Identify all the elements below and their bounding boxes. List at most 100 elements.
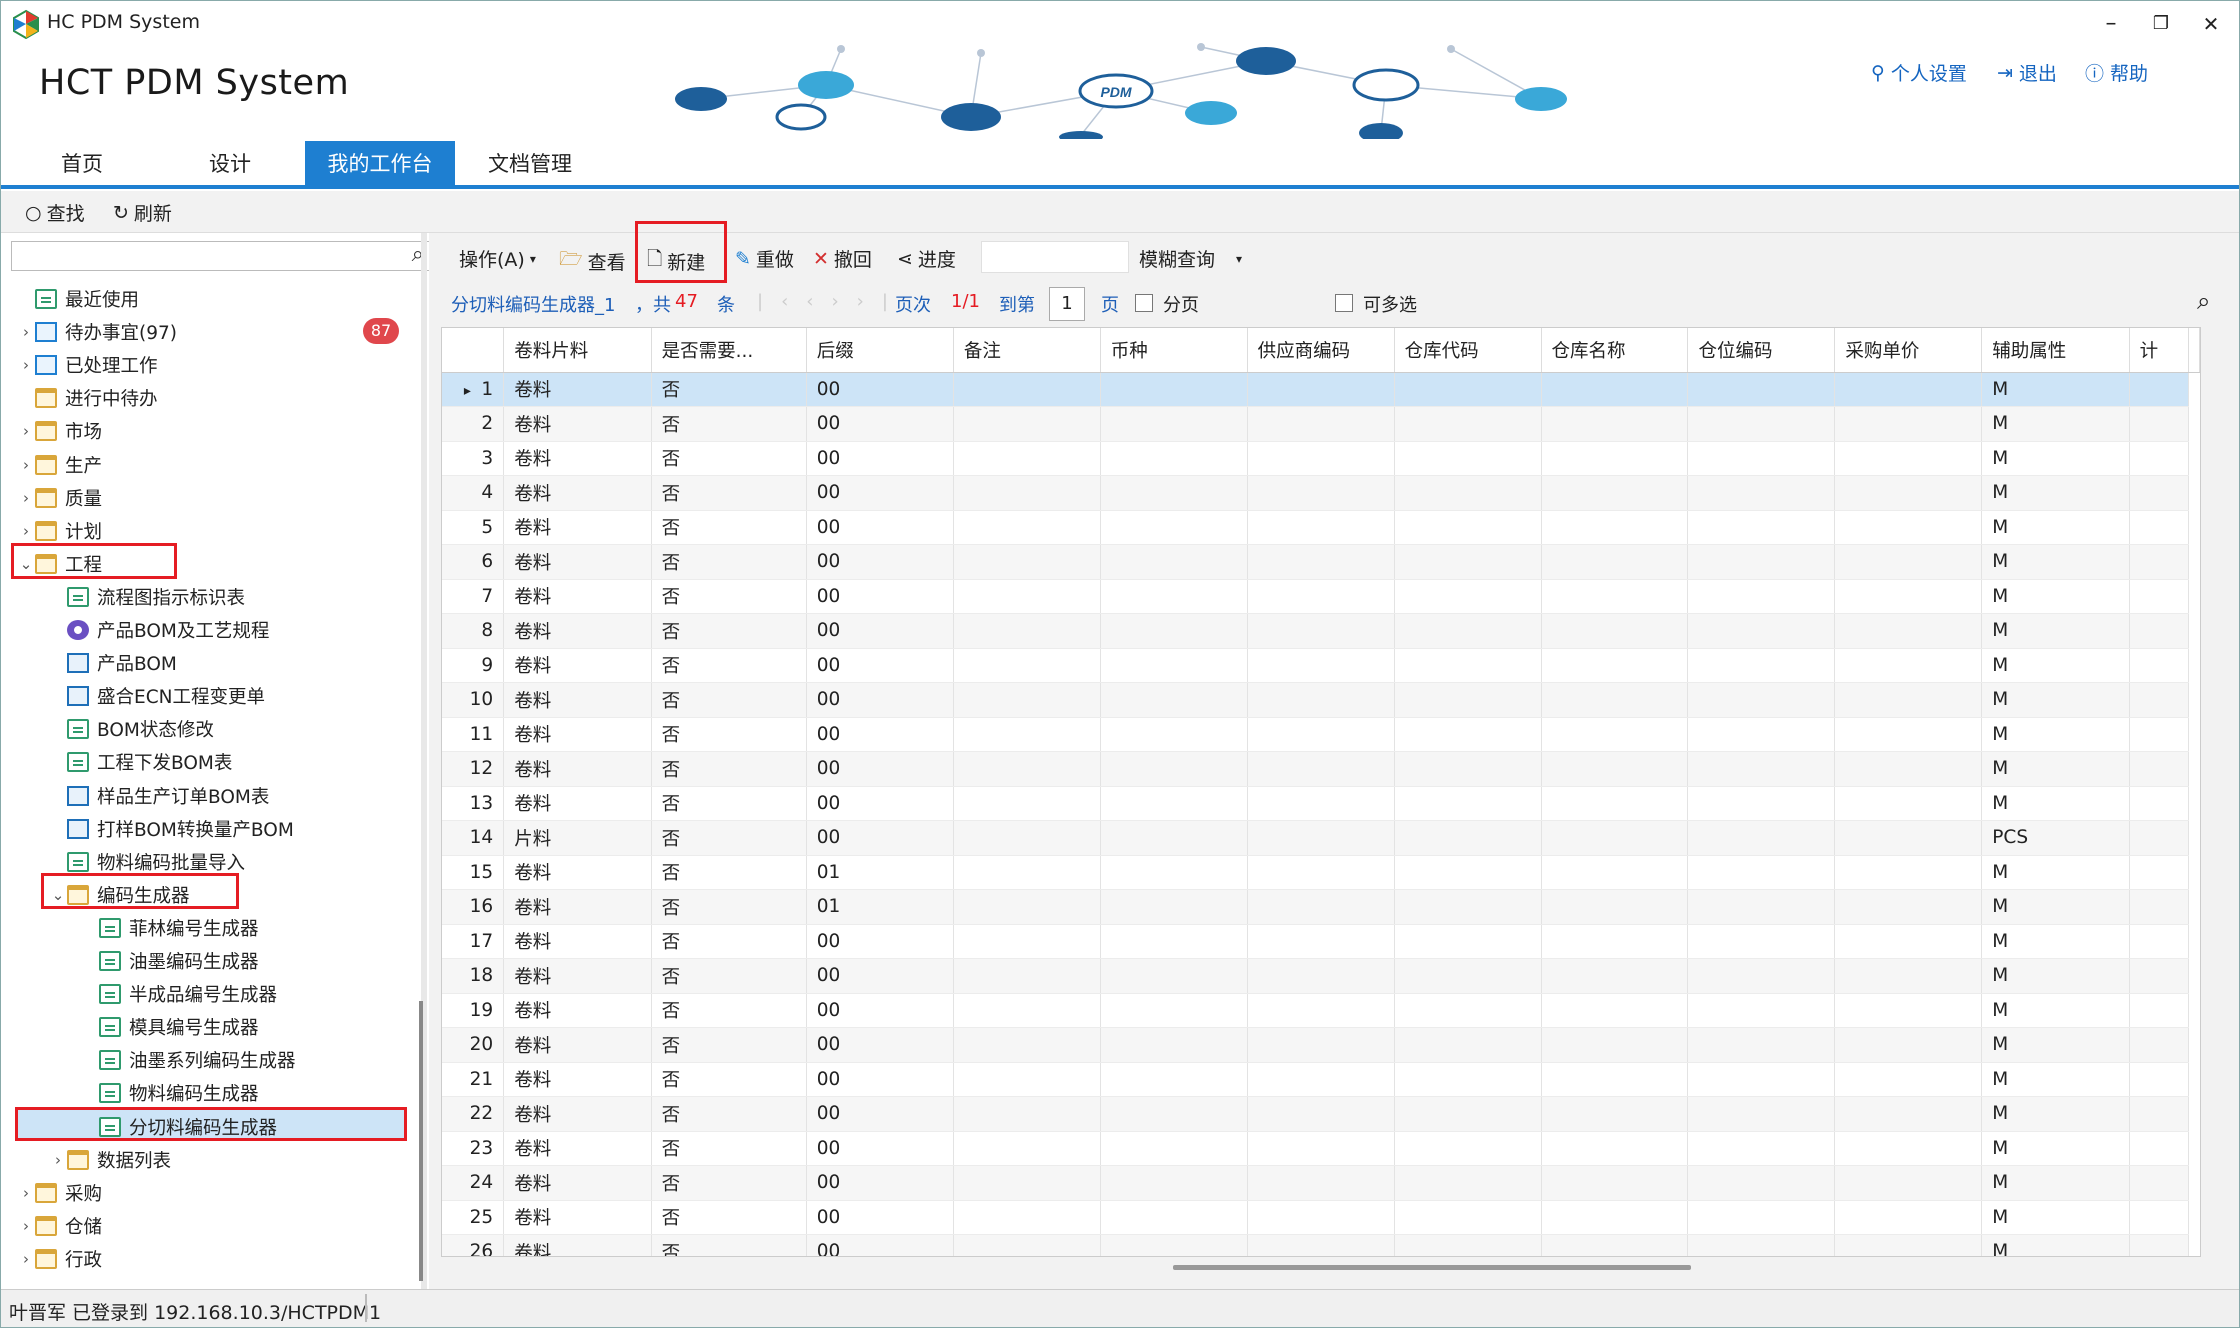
table-cell[interactable]: 卷料 bbox=[503, 1131, 652, 1166]
table-cell[interactable] bbox=[1687, 889, 1836, 925]
table-cell[interactable] bbox=[1247, 820, 1395, 856]
view-button[interactable]: 🗁 查看 bbox=[559, 245, 626, 277]
table-cell[interactable] bbox=[1687, 751, 1836, 787]
tree-item[interactable]: › 已处理工作 bbox=[17, 349, 158, 381]
table-cell[interactable]: M bbox=[1981, 372, 2130, 407]
table-cell[interactable] bbox=[1541, 1027, 1689, 1063]
table-cell[interactable]: 卷料 bbox=[503, 958, 652, 994]
column-header[interactable]: 币种 bbox=[1100, 328, 1248, 373]
table-cell[interactable] bbox=[953, 820, 1101, 856]
table-cell[interactable] bbox=[1834, 1027, 1983, 1063]
table-cell[interactable] bbox=[1541, 1200, 1689, 1235]
paging-checkbox[interactable] bbox=[1135, 294, 1153, 312]
table-cell[interactable] bbox=[1834, 1096, 1983, 1132]
chevron-right-icon[interactable]: › bbox=[17, 422, 35, 440]
table-cell[interactable]: M bbox=[1981, 1096, 2130, 1132]
table-cell[interactable] bbox=[953, 958, 1101, 994]
tree-item[interactable]: 最近使用 bbox=[17, 283, 139, 315]
table-cell[interactable] bbox=[1394, 510, 1542, 545]
table-cell[interactable] bbox=[1687, 1027, 1836, 1063]
table-row[interactable]: 2 卷料否 00 M bbox=[442, 406, 2200, 442]
table-cell[interactable]: 否 bbox=[651, 1234, 807, 1256]
table-cell[interactable]: M bbox=[1981, 1027, 2130, 1063]
table-cell[interactable]: 否 bbox=[651, 1027, 807, 1063]
table-cell[interactable] bbox=[1834, 510, 1983, 545]
table-cell[interactable]: 卷料 bbox=[503, 786, 652, 821]
table-cell[interactable]: 卷料 bbox=[503, 855, 652, 890]
table-cell[interactable] bbox=[1687, 648, 1836, 683]
table-row[interactable]: 4 卷料否 00 M bbox=[442, 475, 2200, 511]
table-cell[interactable] bbox=[1394, 1234, 1542, 1256]
table-cell[interactable]: 否 bbox=[651, 786, 807, 821]
tree-item[interactable]: 油墨编码生成器 bbox=[81, 945, 259, 977]
grid-horizontal-scrollbar[interactable] bbox=[1173, 1265, 1691, 1270]
table-row[interactable]: 9 卷料否 00 M bbox=[442, 648, 2200, 683]
table-cell[interactable] bbox=[1834, 924, 1983, 959]
table-cell[interactable] bbox=[1100, 751, 1248, 787]
column-header[interactable]: 仓库名称 bbox=[1541, 328, 1689, 373]
table-cell[interactable] bbox=[1834, 613, 1983, 649]
table-cell[interactable] bbox=[1834, 717, 1983, 752]
chevron-right-icon[interactable]: › bbox=[17, 522, 35, 540]
table-cell[interactable] bbox=[2129, 648, 2190, 683]
tree-item[interactable]: BOM状态修改 bbox=[49, 713, 214, 745]
table-cell[interactable]: 卷料 bbox=[503, 544, 652, 580]
tree-item[interactable]: 模具编号生成器 bbox=[81, 1011, 259, 1043]
table-cell[interactable] bbox=[1834, 820, 1983, 856]
table-cell[interactable] bbox=[1100, 475, 1248, 511]
query-input[interactable] bbox=[981, 241, 1129, 273]
tree-item[interactable]: 盛合ECN工程变更单 bbox=[49, 680, 265, 712]
table-cell[interactable] bbox=[1834, 993, 1983, 1028]
table-cell[interactable] bbox=[1834, 1131, 1983, 1166]
table-cell[interactable] bbox=[2129, 1200, 2190, 1235]
tree-item[interactable]: 工程下发BOM表 bbox=[49, 746, 232, 778]
table-cell[interactable]: M bbox=[1981, 889, 2130, 925]
column-header[interactable]: 辅助属性 bbox=[1981, 328, 2130, 373]
table-cell[interactable] bbox=[1541, 924, 1689, 959]
table-cell[interactable] bbox=[953, 613, 1101, 649]
table-cell[interactable]: 片料 bbox=[503, 820, 652, 856]
table-cell[interactable] bbox=[1247, 889, 1395, 925]
table-cell[interactable] bbox=[1394, 441, 1542, 476]
table-cell[interactable]: 否 bbox=[651, 441, 807, 476]
table-cell[interactable]: 卷料 bbox=[503, 510, 652, 545]
table-cell[interactable] bbox=[953, 717, 1101, 752]
tree-item[interactable]: 打样BOM转换量产BOM bbox=[49, 813, 294, 845]
table-cell[interactable] bbox=[953, 855, 1101, 890]
table-cell[interactable] bbox=[1394, 579, 1542, 614]
table-cell[interactable] bbox=[1687, 682, 1836, 718]
table-cell[interactable]: 卷料 bbox=[503, 475, 652, 511]
table-cell[interactable] bbox=[1687, 1200, 1836, 1235]
column-header[interactable]: 仓位编码 bbox=[1687, 328, 1836, 373]
table-cell[interactable] bbox=[1247, 1165, 1395, 1201]
table-cell[interactable] bbox=[1541, 544, 1689, 580]
table-cell[interactable]: 00 bbox=[806, 648, 954, 683]
table-cell[interactable] bbox=[1394, 372, 1542, 407]
table-cell[interactable]: 否 bbox=[651, 613, 807, 649]
tab-design[interactable]: 设计 bbox=[179, 141, 281, 187]
table-cell[interactable]: 00 bbox=[806, 510, 954, 545]
fuzzy-query-dropdown[interactable]: 模糊查询 ▾ bbox=[1139, 245, 1242, 272]
table-cell[interactable]: 00 bbox=[806, 406, 954, 442]
table-cell[interactable]: M bbox=[1981, 648, 2130, 683]
table-cell[interactable] bbox=[1834, 786, 1983, 821]
table-cell[interactable] bbox=[1541, 889, 1689, 925]
table-cell[interactable] bbox=[1394, 544, 1542, 580]
table-cell[interactable] bbox=[1834, 372, 1983, 407]
table-cell[interactable] bbox=[1394, 1027, 1542, 1063]
tree-item[interactable]: › 行政 bbox=[17, 1243, 102, 1275]
table-row[interactable]: 5 卷料否 00 M bbox=[442, 510, 2200, 545]
table-cell[interactable] bbox=[1394, 1165, 1542, 1201]
tree-item[interactable]: 样品生产订单BOM表 bbox=[49, 780, 269, 812]
table-row[interactable]: 24 卷料否 00 M bbox=[442, 1165, 2200, 1201]
logout-link[interactable]: ⇥ 退出 bbox=[1997, 59, 2057, 86]
tree-item[interactable]: › 市场 bbox=[17, 415, 102, 447]
table-cell[interactable] bbox=[1100, 510, 1248, 545]
table-cell[interactable] bbox=[2129, 441, 2190, 476]
table-cell[interactable] bbox=[953, 889, 1101, 925]
table-cell[interactable] bbox=[953, 475, 1101, 511]
table-row[interactable]: 7 卷料否 00 M bbox=[442, 579, 2200, 614]
table-cell[interactable] bbox=[1247, 406, 1395, 442]
table-cell[interactable]: M bbox=[1981, 924, 2130, 959]
table-cell[interactable] bbox=[2129, 510, 2190, 545]
